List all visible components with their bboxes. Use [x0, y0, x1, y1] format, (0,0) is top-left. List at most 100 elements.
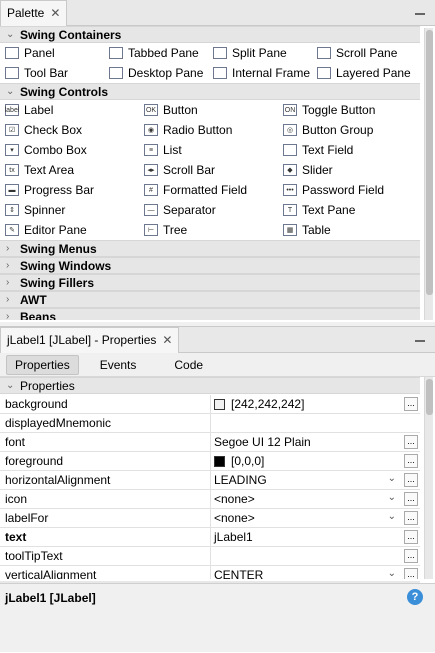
subtab-properties[interactable]: Properties — [6, 354, 79, 375]
tool-bar-icon — [5, 67, 19, 79]
category-swing-menus[interactable]: › Swing Menus — [0, 240, 420, 257]
property-row-tooltiptext[interactable]: toolTipText... — [0, 547, 420, 566]
palette-item-scroll-bar[interactable]: ◂▸ Scroll Bar — [139, 160, 278, 180]
property-value[interactable]: <none> ⌄... — [211, 490, 420, 508]
palette-item-radio-button[interactable]: ◉ Radio Button — [139, 120, 278, 140]
property-row-verticalalignment[interactable]: verticalAlignment CENTER ⌄... — [0, 566, 420, 579]
property-value[interactable]: CENTER ⌄... — [211, 566, 420, 579]
palette-item-text-field[interactable]: Text Field — [278, 140, 417, 160]
palette-grid-swing-containers: Panel Tabbed Pane Split Pane Scroll Pane Too… — [0, 43, 420, 83]
ellipsis-button[interactable]: ... — [404, 492, 418, 506]
palette-item-label[interactable]: label Label — [0, 100, 139, 120]
palette-item-layered-pane[interactable]: Layered Pane — [312, 63, 416, 83]
property-row-foreground[interactable]: foreground [0,0,0]... — [0, 452, 420, 471]
category-beans[interactable]: › Beans — [0, 308, 420, 320]
palette-item-text-area[interactable]: tx Text Area — [0, 160, 139, 180]
palette-item-password-field[interactable]: ••• Password Field — [278, 180, 417, 200]
palette-item-button[interactable]: OK Button — [139, 100, 278, 120]
property-row-labelfor[interactable]: labelFor <none> ⌄... — [0, 509, 420, 528]
palette-item-table[interactable]: ▦ Table — [278, 220, 417, 240]
palette-item-split-pane[interactable]: Split Pane — [208, 43, 312, 63]
palette-scrollbar-thumb[interactable] — [426, 30, 433, 295]
property-row-icon[interactable]: icon <none> ⌄... — [0, 490, 420, 509]
property-value[interactable] — [211, 414, 420, 432]
category-swing-windows[interactable]: › Swing Windows — [0, 257, 420, 274]
ellipsis-button[interactable]: ... — [404, 397, 418, 411]
palette-item-progress-bar[interactable]: ▬ Progress Bar — [0, 180, 139, 200]
palette-item-label: Button Group — [302, 123, 374, 137]
palette-item-desktop-pane[interactable]: Desktop Pane — [104, 63, 208, 83]
help-icon[interactable]: ? — [407, 589, 423, 605]
close-icon[interactable]: ✕ — [162, 333, 172, 353]
category-label: Beans — [20, 309, 57, 321]
properties-section-header[interactable]: ⌄ Properties — [0, 377, 420, 394]
property-name: foreground — [0, 452, 211, 470]
palette-item-internal-frame[interactable]: Internal Frame — [208, 63, 312, 83]
tab-properties-label: jLabel1 [JLabel] - Properties — [7, 333, 157, 347]
ellipsis-button[interactable]: ... — [404, 454, 418, 468]
palette-item-scroll-pane[interactable]: Scroll Pane — [312, 43, 416, 63]
property-value[interactable]: ... — [211, 547, 420, 565]
category-label: Swing Controls — [20, 84, 108, 99]
tab-palette[interactable]: Palette ✕ — [0, 0, 68, 26]
property-row-horizontalalignment[interactable]: horizontalAlignment LEADING ⌄... — [0, 471, 420, 490]
subtab-code[interactable]: Code — [157, 355, 220, 375]
palette-item-spinner[interactable]: ⇕ Spinner — [0, 200, 139, 220]
category-awt[interactable]: › AWT — [0, 291, 420, 308]
ellipsis-button[interactable]: ... — [404, 511, 418, 525]
close-icon[interactable]: ✕ — [50, 6, 60, 26]
property-row-displayedmnemonic[interactable]: displayedMnemonic — [0, 414, 420, 433]
palette-item-tabbed-pane[interactable]: Tabbed Pane — [104, 43, 208, 63]
palette-item-formatted-field[interactable]: # Formatted Field — [139, 180, 278, 200]
properties-scrollbar[interactable] — [424, 377, 433, 579]
category-swing-containers[interactable]: ⌄ Swing Containers — [0, 26, 420, 43]
property-value[interactable]: LEADING ⌄... — [211, 471, 420, 489]
palette-item-combo-box[interactable]: ▾ Combo Box — [0, 140, 139, 160]
minimize-icon[interactable] — [415, 340, 425, 342]
property-row-background[interactable]: background [242,242,242]... — [0, 395, 420, 414]
palette-item-tree[interactable]: ⊢ Tree — [139, 220, 278, 240]
palette-item-tool-bar[interactable]: Tool Bar — [0, 63, 104, 83]
category-swing-controls[interactable]: ⌄ Swing Controls — [0, 83, 420, 100]
palette-item-check-box[interactable]: ☑ Check Box — [0, 120, 139, 140]
palette-item-button-group[interactable]: ◎ Button Group — [278, 120, 417, 140]
category-swing-fillers[interactable]: › Swing Fillers — [0, 274, 420, 291]
palette-item-toggle-button[interactable]: ON Toggle Button — [278, 100, 417, 120]
palette-item-panel[interactable]: Panel — [0, 43, 104, 63]
property-value[interactable]: [0,0,0]... — [211, 452, 420, 470]
property-value-text: Segoe UI 12 Plain — [214, 435, 311, 449]
minimize-icon[interactable] — [415, 13, 425, 15]
palette-item-editor-pane[interactable]: ✎ Editor Pane — [0, 220, 139, 240]
property-value[interactable]: [242,242,242]... — [211, 395, 420, 413]
ellipsis-button[interactable]: ... — [404, 568, 418, 579]
category-label: Swing Containers — [20, 27, 122, 42]
property-row-text[interactable]: text jLabel1... — [0, 528, 420, 547]
property-value-text: CENTER — [214, 568, 264, 579]
chevron-down-icon[interactable]: ⌄ — [388, 492, 396, 503]
palette-item-label: List — [163, 143, 182, 157]
list-icon: ≡ — [144, 144, 158, 156]
palette-item-label: Slider — [302, 163, 333, 177]
subtab-events[interactable]: Events — [83, 355, 154, 375]
panel-icon — [5, 47, 19, 59]
property-row-font[interactable]: font Segoe UI 12 Plain... — [0, 433, 420, 452]
palette-scrollbar[interactable] — [424, 28, 433, 320]
ellipsis-button[interactable]: ... — [404, 530, 418, 544]
property-value[interactable]: jLabel1... — [211, 528, 420, 546]
property-value[interactable]: Segoe UI 12 Plain... — [211, 433, 420, 451]
palette-item-text-pane[interactable]: T Text Pane — [278, 200, 417, 220]
internal-frame-icon — [213, 67, 227, 79]
chevron-down-icon[interactable]: ⌄ — [388, 568, 396, 579]
property-name: labelFor — [0, 509, 211, 527]
ellipsis-button[interactable]: ... — [404, 473, 418, 487]
palette-item-separator[interactable]: — Separator — [139, 200, 278, 220]
ellipsis-button[interactable]: ... — [404, 435, 418, 449]
chevron-down-icon[interactable]: ⌄ — [388, 511, 396, 522]
tab-properties[interactable]: jLabel1 [JLabel] - Properties ✕ — [0, 327, 180, 353]
chevron-down-icon[interactable]: ⌄ — [388, 473, 396, 484]
ellipsis-button[interactable]: ... — [404, 549, 418, 563]
property-value[interactable]: <none> ⌄... — [211, 509, 420, 527]
properties-scrollbar-thumb[interactable] — [426, 379, 433, 415]
palette-item-list[interactable]: ≡ List — [139, 140, 278, 160]
palette-item-slider[interactable]: ◆ Slider — [278, 160, 417, 180]
